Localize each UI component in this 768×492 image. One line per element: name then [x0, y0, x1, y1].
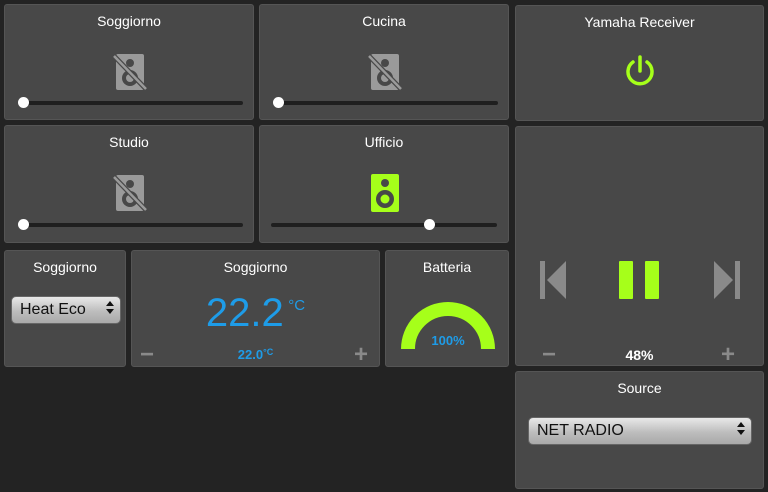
speaker-muted-icon[interactable] [368, 53, 402, 91]
volume-slider[interactable] [271, 219, 497, 230]
current-temperature-unit: °C [288, 297, 306, 314]
previous-track-icon[interactable] [538, 259, 568, 301]
receiver-title: Yamaha Receiver [584, 14, 695, 30]
setpoint-value: 22.0 [237, 347, 264, 362]
source-title: Source [617, 380, 662, 396]
speaker-title: Ufficio [364, 134, 404, 150]
volume-slider-knob[interactable] [18, 97, 29, 108]
battery-gauge-value: 100% [431, 333, 465, 348]
source-tile: Source NET RADIO [515, 371, 764, 489]
speaker-tile-studio: Studio [4, 125, 254, 243]
volume-slider-knob[interactable] [273, 97, 284, 108]
thermostat-tile: Soggiorno 22.2 °C − 22.0°C + [131, 250, 380, 367]
thermostat-title: Soggiorno [223, 259, 288, 275]
speaker-tile-ufficio: Ufficio [259, 125, 509, 243]
speaker-title: Cucina [362, 13, 406, 29]
select-arrows-icon [737, 422, 745, 435]
receiver-tile: Yamaha Receiver [515, 5, 764, 121]
volume-slider-knob[interactable] [18, 219, 29, 230]
pause-icon[interactable] [617, 259, 663, 301]
battery-tile: Batteria 100% 0 100 [385, 250, 509, 367]
current-temperature: 22.2 °C [132, 291, 379, 336]
volume-slider[interactable] [18, 97, 243, 108]
volume-up-button[interactable]: + [721, 343, 735, 367]
battery-gauge: 100% 0 100 [401, 302, 495, 350]
battery-title: Batteria [422, 259, 472, 275]
player-tile: − 48% + [515, 126, 764, 367]
heating-mode-select-value: Heat Eco [20, 301, 86, 318]
speaker-title: Soggiorno [97, 13, 161, 29]
heating-mode-title: Soggiorno [33, 259, 97, 275]
heating-mode-select[interactable]: Heat Eco [11, 296, 121, 324]
volume-slider-knob[interactable] [424, 219, 436, 230]
speaker-tile-cucina: Cucina [259, 4, 509, 120]
speaker-active-icon[interactable] [370, 173, 400, 213]
increase-setpoint-button[interactable]: + [354, 343, 368, 367]
speaker-muted-icon[interactable] [113, 53, 147, 91]
speaker-title: Studio [109, 134, 149, 150]
setpoint-unit: °C [263, 347, 274, 357]
heating-mode-tile: Soggiorno Heat Eco [4, 250, 126, 367]
current-temperature-value: 22.2 [205, 291, 284, 335]
select-arrows-icon [106, 301, 114, 314]
speaker-tile-soggiorno: Soggiorno [4, 4, 254, 120]
source-select-value: NET RADIO [537, 422, 624, 439]
setpoint-temperature: 22.0°C [132, 347, 379, 362]
next-track-icon[interactable] [712, 259, 742, 301]
source-select[interactable]: NET RADIO [528, 417, 752, 445]
power-icon[interactable] [623, 54, 657, 88]
volume-slider[interactable] [18, 219, 243, 230]
speaker-muted-icon[interactable] [113, 174, 147, 212]
volume-slider[interactable] [273, 97, 498, 108]
